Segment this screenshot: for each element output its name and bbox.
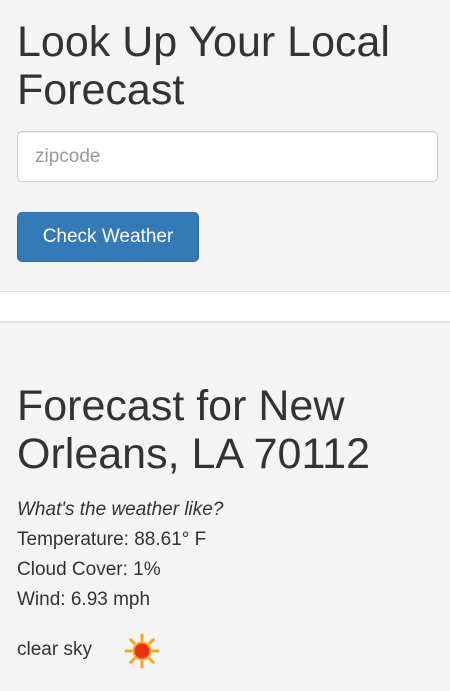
search-section: Look Up Your Local Forecast Check Weathe… bbox=[0, 0, 450, 291]
condition-text: clear sky bbox=[17, 639, 92, 660]
weather-page: Look Up Your Local Forecast Check Weathe… bbox=[0, 0, 450, 691]
sun-icon bbox=[124, 633, 160, 669]
forecast-section: Forecast for New Orleans, LA 70112 What'… bbox=[0, 323, 450, 691]
wind-text: Wind: 6.93 mph bbox=[17, 589, 151, 610]
cloud-cover-text: Cloud Cover: 1% bbox=[17, 559, 161, 580]
temperature-text: Temperature: 88.61° F bbox=[17, 529, 207, 550]
weather-question: What's the weather like? bbox=[17, 499, 224, 520]
check-weather-button[interactable]: Check Weather bbox=[17, 212, 199, 262]
zipcode-input[interactable] bbox=[17, 131, 438, 182]
forecast-title: Forecast for New Orleans, LA 70112 bbox=[17, 382, 371, 478]
section-divider bbox=[0, 291, 450, 323]
search-title: Look Up Your Local Forecast bbox=[17, 18, 390, 114]
